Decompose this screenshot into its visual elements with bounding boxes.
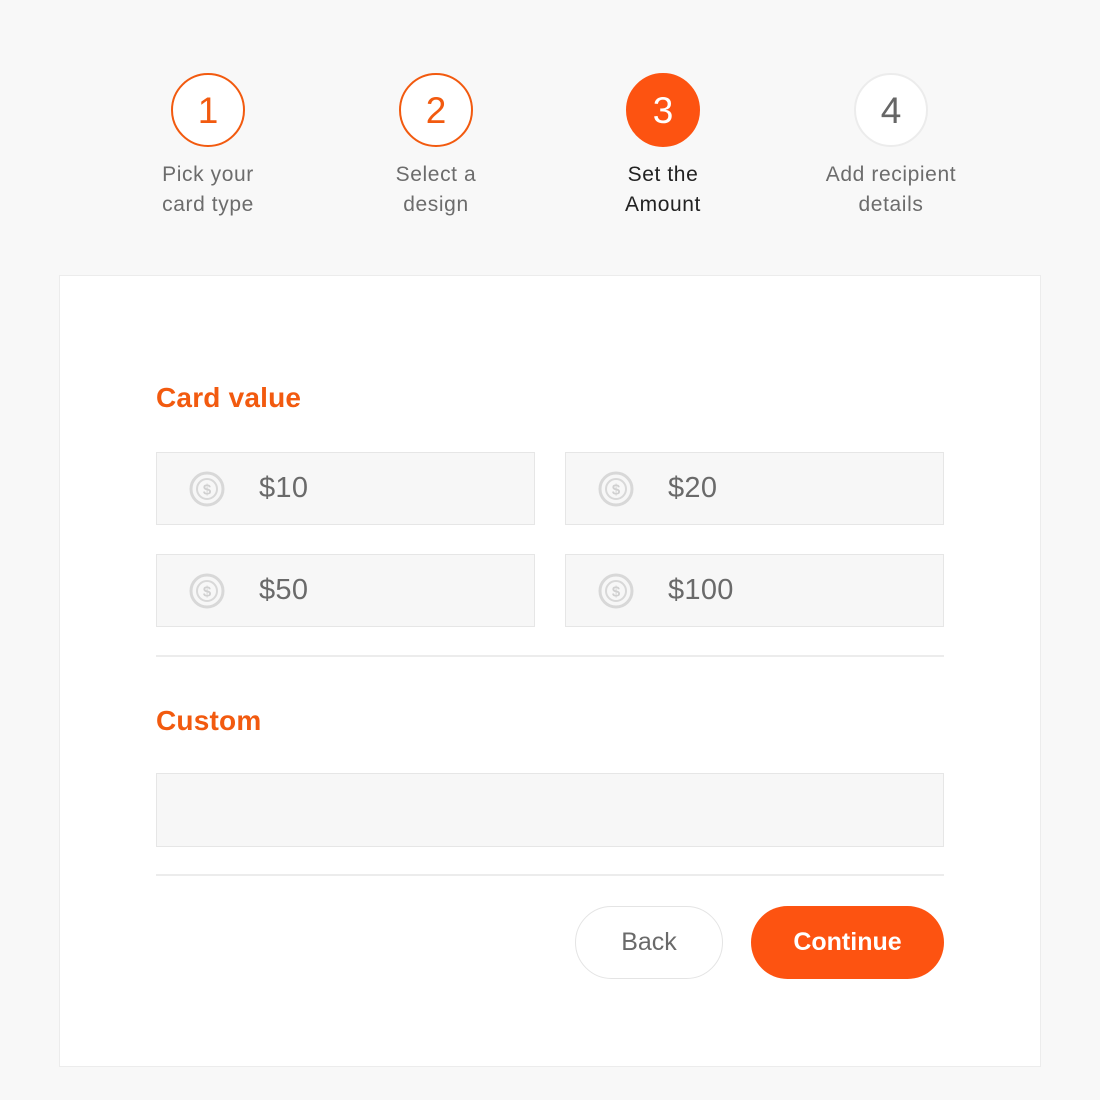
amount-label: $100 xyxy=(668,574,734,606)
custom-heading: Custom xyxy=(156,705,262,736)
amount-option-50[interactable]: $ $50 xyxy=(156,554,535,627)
step-number-circle: 3 xyxy=(626,73,700,147)
section-divider xyxy=(156,655,944,657)
svg-text:$: $ xyxy=(612,481,621,498)
card-value-heading: Card value xyxy=(156,382,302,413)
step-select-design[interactable]: 2 Select a design xyxy=(326,73,546,220)
step-add-recipient-details[interactable]: 4 Add recipient details xyxy=(781,73,1001,220)
dollar-coin-icon: $ xyxy=(189,471,225,507)
step-label: Pick your card type xyxy=(162,163,254,216)
step-label: Select a design xyxy=(395,163,477,216)
actions-divider xyxy=(156,874,944,876)
continue-button[interactable]: Continue xyxy=(751,906,944,979)
amount-label: $50 xyxy=(259,574,309,606)
dollar-coin-icon: $ xyxy=(598,471,634,507)
progress-stepper: 1 Pick your card type 2 Select a design … xyxy=(0,0,1100,260)
svg-text:$: $ xyxy=(612,583,621,600)
step-number-circle: 2 xyxy=(399,73,473,147)
dollar-coin-icon: $ xyxy=(189,573,225,609)
step-number-circle: 4 xyxy=(854,73,928,147)
step-number-circle: 1 xyxy=(171,73,245,147)
dollar-coin-icon: $ xyxy=(598,573,634,609)
step-label: Set the Amount xyxy=(625,163,701,216)
custom-amount-input[interactable] xyxy=(156,773,944,847)
step-set-amount[interactable]: 3 Set the Amount xyxy=(553,73,773,220)
step-pick-card-type[interactable]: 1 Pick your card type xyxy=(98,73,318,220)
amount-option-20[interactable]: $ $20 xyxy=(565,452,944,525)
amount-option-10[interactable]: $ $10 xyxy=(156,452,535,525)
amount-label: $10 xyxy=(259,472,309,504)
amount-label: $20 xyxy=(668,472,718,504)
step-label: Add recipient details xyxy=(825,163,957,216)
amount-option-100[interactable]: $ $100 xyxy=(565,554,944,627)
svg-text:$: $ xyxy=(203,481,212,498)
svg-text:$: $ xyxy=(203,583,212,600)
back-button[interactable]: Back xyxy=(575,906,723,979)
amount-form-panel: Card value $ $10 $ $20 $ $50 $ $100 Cust… xyxy=(59,275,1041,1067)
